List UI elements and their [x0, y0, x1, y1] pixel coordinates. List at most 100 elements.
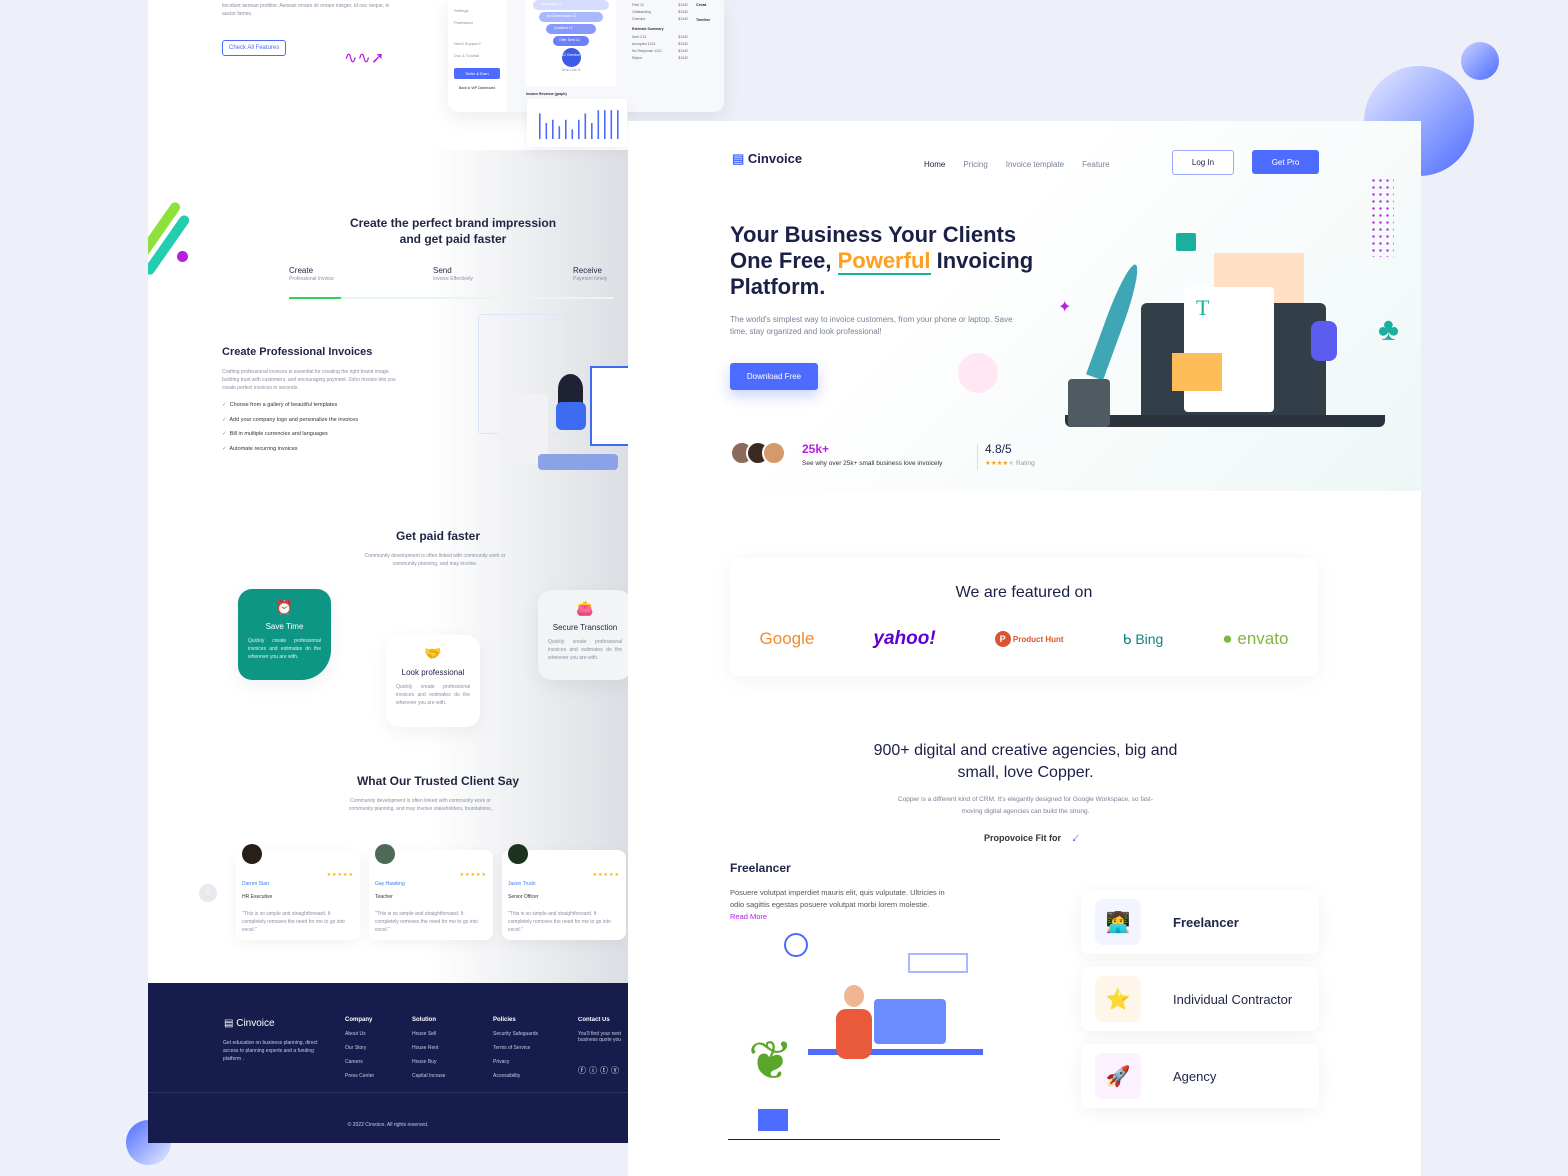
- squiggle-icon: ∿∿➚: [344, 50, 385, 67]
- freelancer-icon: 👩‍💻: [1095, 899, 1141, 945]
- graph-bar: [552, 119, 554, 139]
- bubble-small: [1461, 42, 1499, 80]
- invoice-illustration: [478, 314, 628, 474]
- decor-circle: [958, 353, 998, 393]
- brand-logo[interactable]: ▤ Cinvoice: [732, 151, 802, 167]
- client-title: What Our Trusted Client Say: [356, 774, 520, 788]
- prev-arrow-button[interactable]: ‹: [199, 884, 217, 902]
- check-icon: ✓: [222, 445, 227, 452]
- user-avatars: [730, 441, 786, 465]
- rating-stars: ★★★★★ Rating: [985, 460, 1035, 467]
- check-item: ✓ Bill in multiple currencies and langua…: [222, 431, 328, 437]
- graph-bar: [539, 113, 541, 139]
- summary-row: Accepted 1214 $1342: [632, 42, 688, 46]
- check-item: ✓ Choose from a gallery of beautiful tem…: [222, 402, 338, 408]
- check-features-button[interactable]: Check All Features: [222, 40, 287, 56]
- avatar: [242, 844, 262, 864]
- social-icons[interactable]: ⓕⓘⓣⓨ: [578, 1065, 622, 1076]
- logo-bing: ᑲ Bing: [1122, 630, 1164, 647]
- decor-dot: [177, 251, 188, 262]
- graph-bar: [604, 110, 606, 139]
- paid-title: Get paid faster: [395, 529, 481, 543]
- footer-col-solution: Solution House Sell House Rent House Buy Cap…: [412, 1017, 446, 1079]
- back-wp-button[interactable]: Back to WP Dashboard: [454, 83, 500, 93]
- graph-bar: [617, 110, 619, 139]
- fit-card-contractor[interactable]: ⭐ Individual Contractor: [1081, 967, 1319, 1031]
- refer-button[interactable]: Refer & Earn: [454, 67, 500, 79]
- hero-illustration: T ♣: [1065, 211, 1411, 441]
- fit-card-agency[interactable]: 🚀 Agency: [1081, 1044, 1319, 1108]
- freelancer-illustration: ❦: [728, 929, 1003, 1141]
- logo-envato: ● envato: [1222, 629, 1289, 648]
- check-icon: ✓: [222, 431, 227, 437]
- freelancer-title: Freelancer: [730, 861, 791, 875]
- nav-home[interactable]: Home: [924, 160, 945, 169]
- steps: Create Professional Invoice Send Invoice E…: [289, 266, 614, 302]
- revenue-graph: [527, 99, 627, 147]
- left-page: tincidunt aenean porttitor. Aenean ornar…: [148, 0, 628, 1142]
- step-create[interactable]: Create Professional Invoice: [289, 266, 334, 283]
- dot-pattern: [1370, 177, 1394, 257]
- brand-title: Create the perfect brand impression and …: [349, 216, 557, 246]
- feature-card-look-professional[interactable]: 🤝 Look professional Quickly create profess…: [386, 635, 480, 727]
- clock-icon: ⏰: [275, 599, 294, 615]
- read-more-link[interactable]: Read More: [730, 912, 767, 921]
- testimonial-card: ★★★★★ Darren Starr HR Executive "This is so…: [236, 844, 360, 940]
- check-item: ✓ Automate recurring invoices: [222, 445, 298, 452]
- prof-title: Create Professional Invoices: [222, 346, 373, 358]
- footer-contact: Contact Us You'll find your next business…: [578, 1017, 622, 1043]
- get-pro-button[interactable]: Get Pro: [1252, 150, 1319, 174]
- testimonial-card: ★★★★★ Gay Hawking Teacher "This is so simpl…: [369, 844, 493, 940]
- footer-col-policies: Policies Security Safeguards Terms of Serv…: [493, 1017, 539, 1079]
- featured-title: We are featured on: [955, 584, 1093, 601]
- graph-bar: [597, 110, 600, 139]
- graph-bar: [545, 123, 548, 139]
- footer: ▤ Cinvoice Get education on business pla…: [148, 983, 628, 1143]
- feature-card-secure[interactable]: 👛 Secure Transction Quickly create profess…: [538, 590, 628, 680]
- graph-bar: [565, 119, 567, 139]
- logo-icon: ▤: [224, 1018, 234, 1029]
- graph-bar: [578, 119, 580, 139]
- prof-text: Crafting professional invoices is essent…: [222, 369, 396, 391]
- client-text: Community development is often linked wi…: [348, 798, 493, 812]
- logo-google: Google: [759, 629, 815, 648]
- users-text: See why over 25k+ small business love in…: [802, 460, 943, 467]
- step-receive[interactable]: Receive Payment timely: [573, 266, 607, 283]
- arrow-icon: ↓: [1068, 828, 1085, 846]
- summary-row: Reject $1342: [632, 56, 688, 60]
- login-button[interactable]: Log In: [1172, 150, 1234, 175]
- graph-bar: [571, 129, 574, 139]
- nav-invoice-template[interactable]: Invoice template: [1006, 160, 1064, 169]
- main-nav: Home Pricing Invoice template Feature: [924, 154, 1128, 172]
- download-free-button[interactable]: Download Free: [730, 363, 818, 390]
- step-progress: [289, 297, 614, 299]
- summary-row: Sent 213 $1342: [632, 35, 688, 39]
- featured-on: We are featured on Google yahoo! P Produ…: [730, 558, 1318, 676]
- copyright: © 2022 Cinvoice. All rights reserved.: [347, 1122, 429, 1128]
- fit-card-freelancer[interactable]: 👩‍💻 Freelancer: [1081, 890, 1319, 954]
- avatar: [375, 844, 395, 864]
- step-send[interactable]: Send Invoice Effectively: [433, 266, 473, 283]
- nav-pricing[interactable]: Pricing: [963, 160, 987, 169]
- summary-row: Overdue $1342: [632, 17, 688, 21]
- avatar: [762, 441, 786, 465]
- footer-col-company: Company About Us Our Story Careers Press Cen…: [345, 1017, 375, 1079]
- sparkle-icon: ✦: [1058, 299, 1072, 316]
- contractor-icon: ⭐: [1095, 976, 1141, 1022]
- check-list: ✓ Choose from a gallery of beautiful tem…: [222, 402, 358, 460]
- agency-icon: 🚀: [1095, 1053, 1141, 1099]
- feature-card-save-time[interactable]: ⏰ Save Time Quickly create professional in…: [238, 589, 331, 680]
- testimonial-card: ★★★★★ Jason Trudo Senior Officer "This is s…: [502, 844, 626, 940]
- hero-subtitle: The world's simplest way to invoice cust…: [730, 315, 1013, 336]
- nav-feature[interactable]: Feature: [1082, 160, 1110, 169]
- logo-product-hunt: P Product Hunt: [994, 631, 1064, 647]
- footer-brand: ▤ Cinvoice: [224, 1018, 275, 1029]
- summary-row: Paid 12 $1342: [632, 3, 688, 7]
- graph-bar: [584, 113, 587, 139]
- logo-icon: ▤: [732, 151, 745, 166]
- rating-value: 4.8/5: [985, 442, 1012, 456]
- intro-text: tincidunt aenean porttitor. Aenean ornar…: [222, 3, 390, 17]
- summary-row: No Response 1221 $1342: [632, 49, 688, 53]
- hero-title: Your Business Your Clients One Free, Pow…: [730, 222, 1034, 299]
- check-item: ✓ Add your company logo and personalize …: [222, 416, 359, 423]
